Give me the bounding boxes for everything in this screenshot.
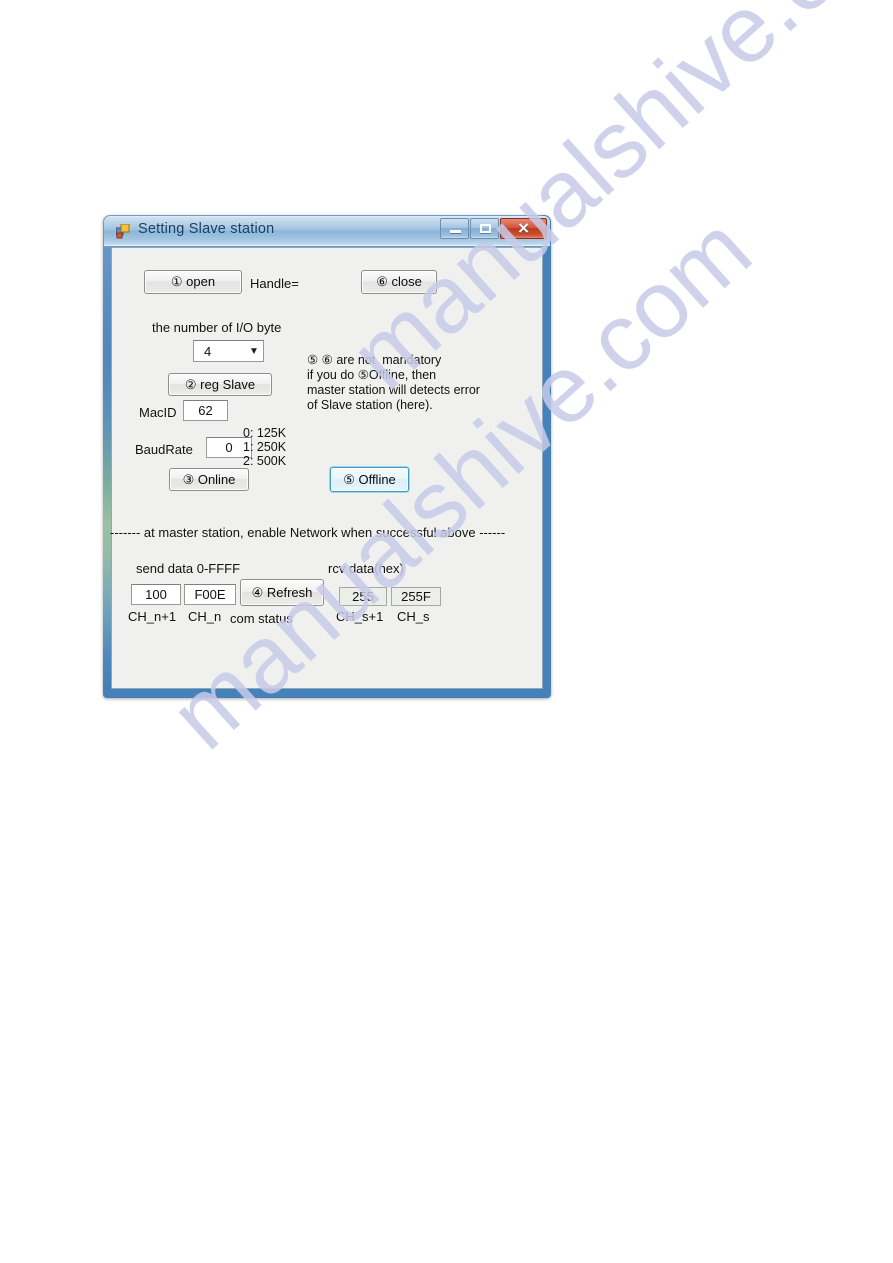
send-hi-input[interactable]: 100 xyxy=(131,584,181,605)
mandatory-note: ⑤ ⑥ are not mandatory if you do ⑤Offline… xyxy=(307,353,480,412)
send-data-label: send data 0-FFFF xyxy=(136,561,241,576)
refresh-button[interactable]: ④ Refresh xyxy=(240,579,324,606)
rcv-hi-label: CH_s+1 xyxy=(336,609,384,624)
minimize-button[interactable] xyxy=(440,218,469,239)
send-hi-label: CH_n+1 xyxy=(128,609,177,624)
window-title: Setting Slave station xyxy=(138,221,275,237)
baudrate-legend: 0: 125K 1: 250K 2: 500K xyxy=(243,426,287,468)
online-button[interactable]: ③ Online xyxy=(169,468,249,491)
baudrate-label: BaudRate xyxy=(135,442,193,457)
setting-slave-station-window: Setting Slave station ✕ ① open Handle= ⑥… xyxy=(103,215,551,698)
com-status-label: com status xyxy=(230,611,293,626)
rcv-hi-value: 255 xyxy=(339,587,387,606)
io-byte-combo[interactable]: 4 ▼ xyxy=(193,340,264,362)
close-form-button[interactable]: ⑥ close xyxy=(361,270,437,294)
app-form-icon xyxy=(115,223,131,239)
separator-note: ------- at master station, enable Networ… xyxy=(110,525,506,540)
offline-button[interactable]: ⑤ Offline xyxy=(330,467,409,492)
send-lo-label: CH_n xyxy=(188,609,222,624)
maximize-button[interactable] xyxy=(470,218,499,239)
macid-input[interactable]: 62 xyxy=(183,400,228,421)
rcv-lo-value: 255F xyxy=(391,587,441,606)
form-client-area: ① open Handle= ⑥ close the number of I/O… xyxy=(110,247,543,689)
io-byte-value: 4 xyxy=(204,343,212,359)
reg-slave-button[interactable]: ② reg Slave xyxy=(168,373,272,396)
chevron-down-icon: ▼ xyxy=(249,345,259,357)
form-background: ① open Handle= ⑥ close the number of I/O… xyxy=(110,248,542,688)
send-lo-input[interactable]: F00E xyxy=(184,584,236,605)
title-bar[interactable]: Setting Slave station ✕ xyxy=(104,216,550,246)
macid-label: MacID xyxy=(139,405,177,420)
close-button[interactable]: ✕ xyxy=(500,218,547,239)
rcv-lo-label: CH_s xyxy=(397,609,430,624)
window-controls: ✕ xyxy=(440,218,547,239)
close-icon: ✕ xyxy=(517,220,530,237)
rcv-data-label: rcv data(hex) xyxy=(328,561,404,576)
handle-label: Handle= xyxy=(250,276,299,291)
minimize-icon xyxy=(450,230,461,233)
maximize-icon xyxy=(480,224,491,233)
io-byte-label: the number of I/O byte xyxy=(152,320,282,335)
open-button[interactable]: ① open xyxy=(144,270,242,294)
